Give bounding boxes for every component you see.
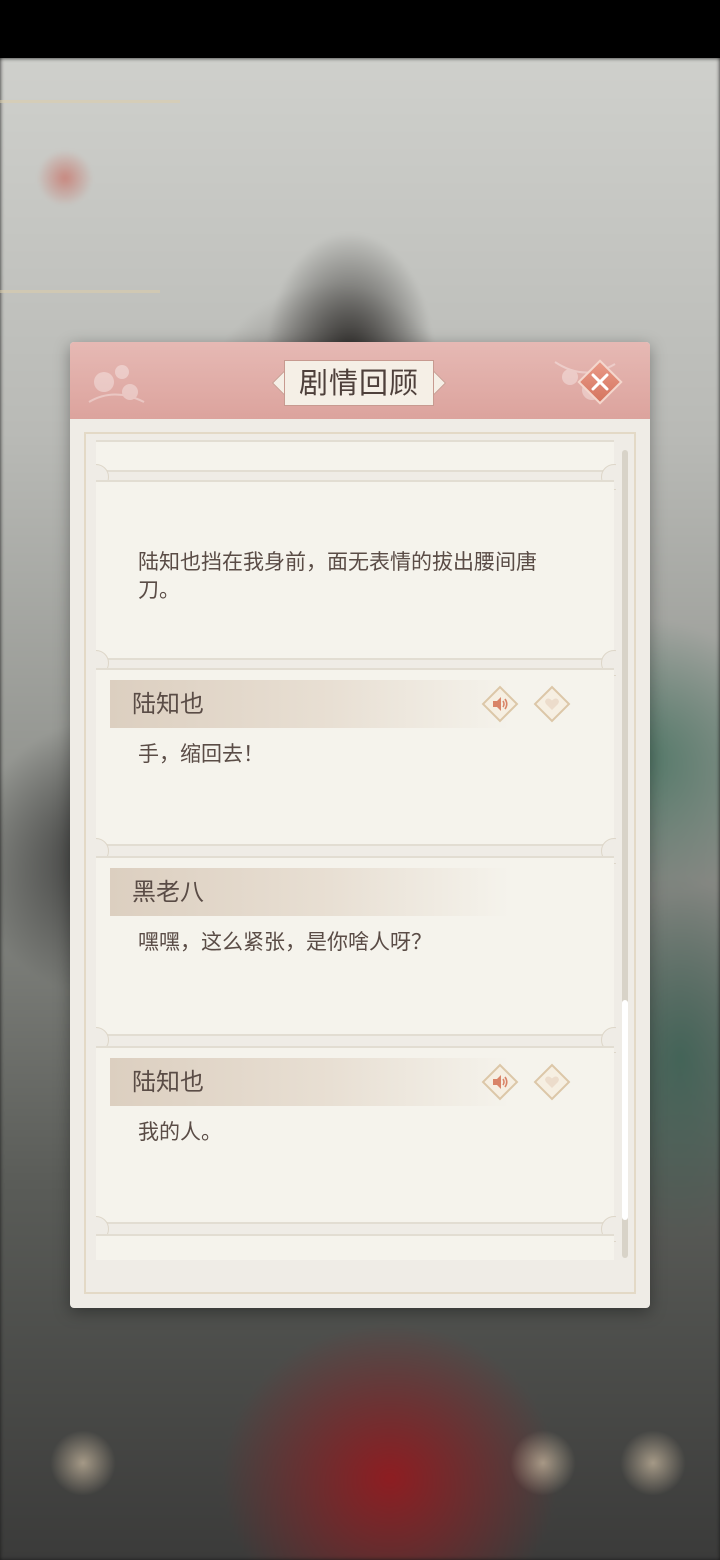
speaker-icon	[493, 697, 508, 711]
favorite-line-button[interactable]	[532, 1062, 572, 1102]
list-item: 黑老八 嘿嘿，这么紧张，是你啥人呀？	[96, 856, 614, 1036]
replay-voice-button[interactable]	[480, 1062, 520, 1102]
dialog-header: 剧情回顾	[70, 342, 650, 419]
background-detail	[0, 290, 160, 293]
speaker-name-bar: 黑老八	[110, 868, 510, 916]
floral-decoration-icon	[88, 365, 145, 403]
dialogue-text: 手，缩回去！	[138, 742, 264, 766]
background-ornament	[50, 1430, 116, 1496]
scrollbar[interactable]	[622, 450, 628, 1258]
dialogue-text: 嘿嘿，这么紧张，是你啥人呀？	[138, 930, 432, 954]
list-item: 陆知也 我的人。	[96, 1046, 614, 1224]
speaker-name: 黑老八	[132, 878, 204, 906]
title-plate: 剧情回顾	[271, 360, 447, 406]
speaker-name: 陆知也	[132, 1068, 204, 1096]
story-log-list[interactable]: 陆知也挡在我身前，面无表情的拔出腰间唐刀。 陆知也 手，缩回去！ 黑老八 嘿嘿，…	[96, 440, 616, 1260]
speaker-name-bar: 陆知也	[110, 1058, 510, 1106]
speaker-name-bar: 陆知也	[110, 680, 510, 728]
close-icon	[591, 373, 609, 391]
replay-voice-button[interactable]	[480, 684, 520, 724]
heart-icon	[545, 1076, 559, 1088]
list-item	[96, 1234, 614, 1260]
list-item: 陆知也挡在我身前，面无表情的拔出腰间唐刀。	[96, 480, 614, 660]
game-screen: 剧情回顾 陆知也挡在我身前，面无表情的拔出腰间唐刀。 陆知也 手，缩回去！ 黑老…	[0, 0, 720, 1560]
dialogue-text: 我的人。	[138, 1120, 222, 1144]
heart-icon	[545, 698, 559, 710]
list-item: 陆知也 手，缩回去！	[96, 668, 614, 846]
status-bar	[0, 0, 720, 58]
speaker-icon	[493, 1075, 508, 1089]
background-ornament	[620, 1430, 686, 1496]
close-button[interactable]	[577, 359, 623, 405]
list-item	[96, 440, 614, 472]
background-detail	[0, 100, 180, 103]
narration-text: 陆知也挡在我身前，面无表情的拔出腰间唐刀。	[138, 550, 537, 602]
background-ornament	[510, 1430, 576, 1496]
scrollbar-thumb[interactable]	[622, 1000, 628, 1220]
speaker-name: 陆知也	[132, 690, 204, 718]
dialog-title: 剧情回顾	[298, 366, 419, 400]
favorite-line-button[interactable]	[532, 684, 572, 724]
story-review-dialog: 剧情回顾 陆知也挡在我身前，面无表情的拔出腰间唐刀。 陆知也 手，缩回去！ 黑老…	[70, 342, 650, 1308]
